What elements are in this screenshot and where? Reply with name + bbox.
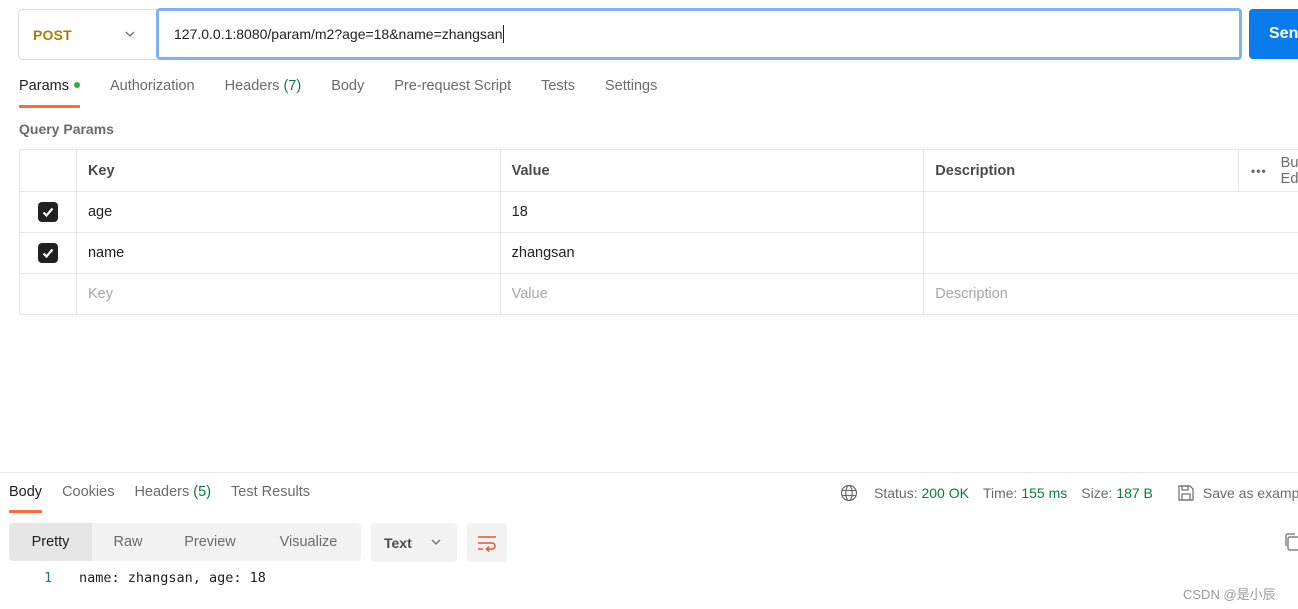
checkbox-cell [20, 192, 77, 232]
tab-pre-request-script[interactable]: Pre-request Script [394, 78, 511, 110]
new-key-input[interactable]: Key [77, 274, 501, 314]
format-select[interactable]: Text [371, 523, 457, 562]
method-select[interactable]: POST [18, 9, 157, 60]
line-content: name: zhangsan, age: 18 [79, 570, 266, 586]
format-label: Text [384, 534, 412, 551]
response-tab-test-results[interactable]: Test Results [231, 484, 310, 500]
send-button[interactable]: Send [1249, 9, 1298, 59]
tab-label: Authorization [109, 78, 195, 94]
view-preview-button[interactable]: Preview [164, 523, 256, 561]
table-row: age 18 [20, 192, 1298, 233]
params-table: Key Value Description ••• Bulk Edit age … [19, 149, 1298, 315]
view-pretty-button[interactable]: Pretty [9, 523, 92, 561]
response-tab-headers[interactable]: Headers (5) [134, 484, 211, 500]
time-label: Time: [982, 485, 1018, 501]
param-key[interactable]: age [77, 192, 501, 232]
url-text: 127.0.0.1:8080/param/m2?age=18&name=zhan… [174, 26, 503, 42]
text-caret [503, 25, 505, 43]
tab-label: Headers [224, 78, 280, 94]
param-description[interactable] [924, 233, 1298, 273]
tab-label: Settings [604, 78, 658, 94]
status-value: 200 OK [921, 485, 969, 501]
table-row: name zhangsan [20, 233, 1298, 274]
wrap-lines-icon [478, 535, 496, 552]
url-input[interactable]: 127.0.0.1:8080/param/m2?age=18&name=zhan… [156, 8, 1242, 60]
line-number: 1 [44, 570, 53, 586]
status-readout[interactable]: Status: 200 OK [874, 485, 969, 501]
header-value: Value [501, 150, 925, 191]
response-code-line: 1 name: zhangsan, age: 18 [40, 570, 266, 586]
tab-params[interactable]: Params [19, 78, 80, 110]
checkmark-icon [42, 248, 54, 259]
view-visualize-button[interactable]: Visualize [256, 523, 361, 561]
method-label: POST [33, 26, 72, 43]
tab-settings[interactable]: Settings [605, 78, 657, 110]
header-actions: ••• Bulk Edit [1239, 150, 1298, 191]
tab-label: Tests [541, 78, 575, 94]
param-value[interactable]: zhangsan [501, 233, 925, 273]
more-options-icon[interactable]: ••• [1251, 164, 1267, 178]
time-value: 155 ms [1021, 485, 1068, 501]
save-icon [1178, 485, 1194, 501]
tab-label: Pre-request Script [394, 78, 512, 94]
globe-icon[interactable] [840, 484, 858, 502]
response-tab-cookies[interactable]: Cookies [62, 484, 114, 500]
response-tab-body[interactable]: Body [9, 484, 43, 513]
size-label: Size: [1081, 485, 1113, 501]
tab-body[interactable]: Body [331, 78, 364, 110]
response-tabs: Body Cookies Headers (5) Test Results [9, 484, 330, 513]
tab-label: Body [9, 484, 43, 500]
bulk-edit-link[interactable]: Bulk Edit [1281, 155, 1298, 187]
headers-count: (5) [193, 484, 212, 500]
view-raw-button[interactable]: Raw [92, 523, 164, 561]
size-readout[interactable]: Size: 187 B [1081, 485, 1153, 501]
param-description[interactable] [924, 192, 1298, 232]
response-meta: Status: 200 OK Time: 155 ms Size: 187 B … [840, 484, 1298, 502]
tab-label: Test Results [231, 484, 311, 500]
status-label: Status: [874, 485, 918, 501]
query-params-title: Query Params [19, 121, 114, 137]
header-key: Key [77, 150, 501, 191]
tab-label: Body [331, 78, 365, 94]
view-mode-group: Pretty Raw Preview Visualize [9, 523, 361, 561]
new-value-input[interactable]: Value [501, 274, 925, 314]
save-as-example-button[interactable]: Save as example [1167, 484, 1298, 502]
save-as-example-label: Save as example [1202, 485, 1298, 501]
chevron-down-icon [431, 539, 441, 545]
size-value: 187 B [1116, 485, 1153, 501]
param-value[interactable]: 18 [501, 192, 925, 232]
header-description: Description [924, 150, 1240, 191]
checkmark-icon [42, 207, 54, 218]
checkbox-cell [20, 274, 77, 314]
response-divider[interactable] [0, 472, 1298, 473]
header-checkbox-cell [20, 150, 77, 191]
copy-icon[interactable] [1284, 533, 1298, 551]
param-checkbox[interactable] [37, 243, 58, 263]
new-description-input[interactable]: Description [924, 274, 1298, 314]
wrap-lines-button[interactable] [467, 523, 507, 562]
time-readout[interactable]: Time: 155 ms [983, 485, 1067, 501]
checkbox-cell [20, 233, 77, 273]
table-header-row: Key Value Description ••• Bulk Edit [20, 150, 1298, 192]
headers-count: (7) [283, 78, 302, 94]
tab-label: Cookies [62, 484, 115, 500]
tab-headers[interactable]: Headers (7) [225, 78, 302, 110]
params-indicator-dot [73, 82, 80, 88]
tab-label: Headers [134, 484, 190, 500]
param-key[interactable]: name [77, 233, 501, 273]
tab-authorization[interactable]: Authorization [110, 78, 195, 110]
request-tabs: Params Authorization Headers (7) Body Pr… [19, 78, 687, 110]
tab-tests[interactable]: Tests [541, 78, 575, 110]
table-row-new: Key Value Description [20, 274, 1298, 315]
watermark: CSDN @是小辰 [1183, 587, 1276, 602]
chevron-down-icon [125, 31, 135, 37]
param-checkbox[interactable] [37, 202, 58, 222]
tab-label: Params [19, 78, 69, 94]
